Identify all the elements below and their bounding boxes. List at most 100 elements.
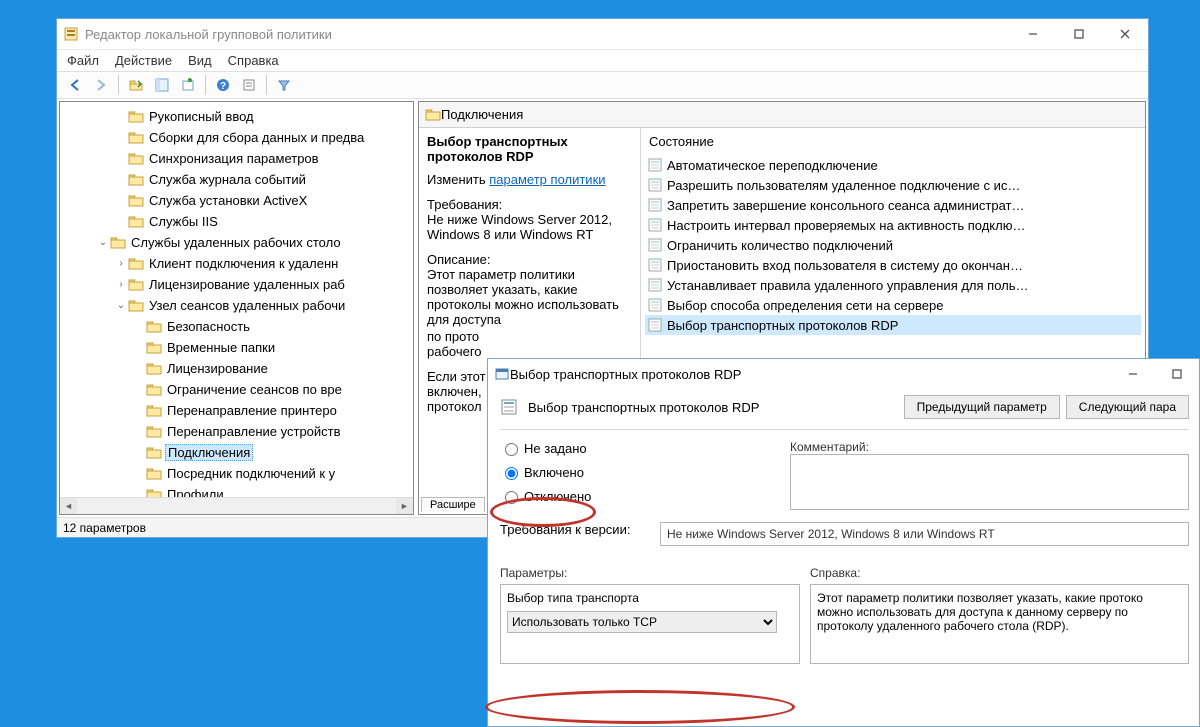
tree-item-label: Клиент подключения к удаленн: [147, 256, 340, 271]
policy-item[interactable]: Запретить завершение консольного сеанса …: [645, 195, 1141, 215]
tree-item-label: Перенаправление устройств: [165, 424, 343, 439]
close-button[interactable]: [1102, 19, 1148, 49]
edit-label: Изменить: [427, 172, 486, 187]
edit-policy-link[interactable]: параметр политики: [489, 172, 605, 187]
tree-item-label: Службы IIS: [147, 214, 220, 229]
policy-item[interactable]: Выбор способа определения сети на сервер…: [645, 295, 1141, 315]
tree-item[interactable]: ⌄ Узел сеансов удаленных рабочи: [60, 295, 413, 316]
maximize-button[interactable]: [1056, 19, 1102, 49]
tree-item[interactable]: Безопасность: [60, 316, 413, 337]
expand-icon[interactable]: ⌄: [114, 300, 128, 311]
radio-disabled[interactable]: Отключено: [500, 488, 790, 504]
expand-icon[interactable]: ⌄: [96, 237, 110, 248]
tree-item[interactable]: Перенаправление устройств: [60, 421, 413, 442]
policy-item-icon: [647, 317, 663, 333]
menu-help[interactable]: Справка: [228, 53, 279, 68]
tree-item[interactable]: Лицензирование: [60, 358, 413, 379]
window-title: Редактор локальной групповой политики: [85, 27, 332, 42]
titlebar[interactable]: Редактор локальной групповой политики: [57, 19, 1148, 49]
properties-button[interactable]: [237, 74, 261, 96]
radio-label: Не задано: [524, 441, 587, 456]
app-icon: [63, 26, 79, 42]
back-button[interactable]: [63, 74, 87, 96]
svg-text:?: ?: [220, 81, 226, 92]
tree-item[interactable]: Сборки для сбора данных и предва: [60, 127, 413, 148]
forward-button[interactable]: [89, 74, 113, 96]
show-hide-tree-button[interactable]: [150, 74, 174, 96]
tree-item[interactable]: Служба установки ActiveX: [60, 190, 413, 211]
folder-icon: [425, 108, 441, 122]
requirements-text: Не ниже Windows Server 2012, Windows 8 и…: [427, 212, 612, 242]
policy-item-label: Выбор способа определения сети на сервер…: [667, 298, 943, 313]
dialog-maximize-button[interactable]: [1155, 359, 1199, 389]
tree-item-label: Сборки для сбора данных и предва: [147, 130, 366, 145]
folder-icon: [146, 383, 162, 397]
policy-item-icon: [647, 177, 663, 193]
tree-horizontal-scrollbar[interactable]: ◄►: [60, 497, 413, 514]
tree-item-label: Рукописный ввод: [147, 109, 256, 124]
tree-item[interactable]: Посредник подключений к у: [60, 463, 413, 484]
tree-item[interactable]: Рукописный ввод: [60, 106, 413, 127]
policy-item[interactable]: Устанавливает правила удаленного управле…: [645, 275, 1141, 295]
trunc: включен,: [427, 384, 482, 399]
tree-item[interactable]: ›Лицензирование удаленных раб: [60, 274, 413, 295]
filter-button[interactable]: [272, 74, 296, 96]
policy-item-label: Приостановить вход пользователя в систем…: [667, 258, 1023, 273]
tree-item-label: Временные папки: [165, 340, 277, 355]
tree-item[interactable]: Перенаправление принтеро: [60, 400, 413, 421]
tree-item-label: Узел сеансов удаленных рабочи: [147, 298, 347, 313]
folder-icon: [146, 404, 162, 418]
folder-icon: [146, 320, 162, 334]
help-box: Этот параметр политики позволяет указать…: [810, 584, 1189, 664]
menu-view[interactable]: Вид: [188, 53, 212, 68]
tree-item[interactable]: Службы IIS: [60, 211, 413, 232]
previous-setting-button[interactable]: Предыдущий параметр: [904, 395, 1060, 419]
parameters-header: Параметры:: [500, 566, 810, 580]
menu-file[interactable]: Файл: [67, 53, 99, 68]
tree-pane: Рукописный ввод Сборки для сбора данных и…: [59, 101, 414, 515]
help-button[interactable]: ?: [211, 74, 235, 96]
up-button[interactable]: [124, 74, 148, 96]
expand-icon[interactable]: ›: [114, 279, 128, 290]
comment-textbox[interactable]: [790, 454, 1189, 510]
policy-item-label: Автоматическое переподключение: [667, 158, 878, 173]
tree-item[interactable]: Подключения: [60, 442, 413, 463]
tree-item-label: Синхронизация параметров: [147, 151, 321, 166]
tree-item[interactable]: Служба журнала событий: [60, 169, 413, 190]
policy-item[interactable]: Разрешить пользователям удаленное подклю…: [645, 175, 1141, 195]
tree-item[interactable]: Временные папки: [60, 337, 413, 358]
folder-icon: [128, 152, 144, 166]
minimize-button[interactable]: [1010, 19, 1056, 49]
tree-item[interactable]: Ограничение сеансов по вре: [60, 379, 413, 400]
transport-type-select[interactable]: Использовать только TCP: [507, 611, 777, 633]
policy-item[interactable]: Настроить интервал проверяемых на активн…: [645, 215, 1141, 235]
menu-action[interactable]: Действие: [115, 53, 172, 68]
radio-enabled[interactable]: Включено: [500, 464, 790, 480]
policy-item[interactable]: Приостановить вход пользователя в систем…: [645, 255, 1141, 275]
dialog-minimize-button[interactable]: [1111, 359, 1155, 389]
tree-item[interactable]: ⌄Службы удаленных рабочих столо: [60, 232, 413, 253]
status-text: 12 параметров: [63, 521, 146, 535]
next-setting-button[interactable]: Следующий пара: [1066, 395, 1189, 419]
tree-item[interactable]: › Клиент подключения к удаленн: [60, 253, 413, 274]
policy-item[interactable]: Ограничить количество подключений: [645, 235, 1141, 255]
policy-title: Выбор транспортных протоколов RDP: [427, 134, 632, 164]
policy-item-label: Разрешить пользователям удаленное подклю…: [667, 178, 1020, 193]
export-button[interactable]: [176, 74, 200, 96]
folder-icon: [146, 446, 162, 460]
radio-label: Отключено: [524, 489, 591, 504]
policy-item-icon: [647, 237, 663, 253]
radio-label: Включено: [524, 465, 584, 480]
tree-item[interactable]: Синхронизация параметров: [60, 148, 413, 169]
expand-icon[interactable]: ›: [114, 258, 128, 269]
policy-item[interactable]: Автоматическое переподключение: [645, 155, 1141, 175]
requirements-textbox: Не ниже Windows Server 2012, Windows 8 и…: [660, 522, 1189, 546]
tree-item-label: Служба журнала событий: [147, 172, 308, 187]
radio-not-configured[interactable]: Не задано: [500, 440, 790, 456]
tab-extended[interactable]: Расшире: [421, 497, 485, 512]
policy-item-label: Выбор транспортных протоколов RDP: [667, 318, 898, 333]
policy-item[interactable]: Выбор транспортных протоколов RDP: [645, 315, 1141, 335]
dialog-titlebar[interactable]: Выбор транспортных протоколов RDP: [488, 359, 1199, 389]
trunc: рабочего: [427, 344, 482, 359]
folder-icon: [128, 194, 144, 208]
